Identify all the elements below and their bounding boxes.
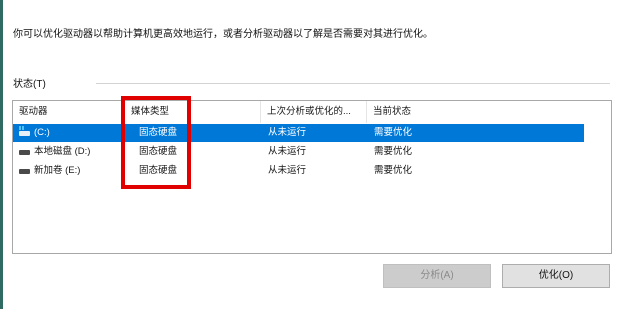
column-header-last-run[interactable]: 上次分析或优化的...	[261, 101, 367, 123]
windows-drive-icon	[19, 126, 30, 136]
window-edge	[0, 0, 3, 309]
status-group-label: 状态(T)	[13, 79, 46, 90]
column-header-media-type[interactable]: 媒体类型	[125, 101, 261, 123]
table-row[interactable]: 新加卷 (E:) 固态硬盘 从未运行 需要优化	[13, 162, 584, 180]
last-run: 从未运行	[268, 146, 307, 157]
drive-name: (C:)	[34, 127, 50, 138]
drive-name: 本地磁盘 (D:)	[34, 146, 91, 157]
drive-list[interactable]: 驱动器 媒体类型 上次分析或优化的... 当前状态 (C:) 固态硬盘 从未运行…	[12, 100, 612, 254]
drive-icon	[19, 148, 30, 155]
optimize-button[interactable]: 优化(O)	[502, 264, 610, 288]
last-run: 从未运行	[268, 127, 307, 138]
current-status: 需要优化	[374, 165, 413, 176]
media-type: 固态硬盘	[139, 165, 178, 176]
table-row[interactable]: 本地磁盘 (D:) 固态硬盘 从未运行 需要优化	[13, 143, 584, 161]
current-status: 需要优化	[374, 127, 413, 138]
media-type: 固态硬盘	[139, 127, 178, 138]
group-divider	[96, 83, 610, 84]
column-header-drive[interactable]: 驱动器	[13, 101, 125, 123]
current-status: 需要优化	[374, 146, 413, 157]
analyze-button[interactable]: 分析(A)	[383, 264, 491, 288]
description-text: 你可以优化驱动器以帮助计算机更高效地运行，或者分析驱动器以了解是否需要对其进行优…	[13, 29, 433, 40]
media-type: 固态硬盘	[139, 146, 178, 157]
drive-icon	[19, 167, 30, 174]
table-row[interactable]: (C:) 固态硬盘 从未运行 需要优化	[13, 124, 584, 142]
drive-name: 新加卷 (E:)	[34, 165, 81, 176]
last-run: 从未运行	[268, 165, 307, 176]
column-header-status[interactable]: 当前状态	[367, 101, 467, 123]
